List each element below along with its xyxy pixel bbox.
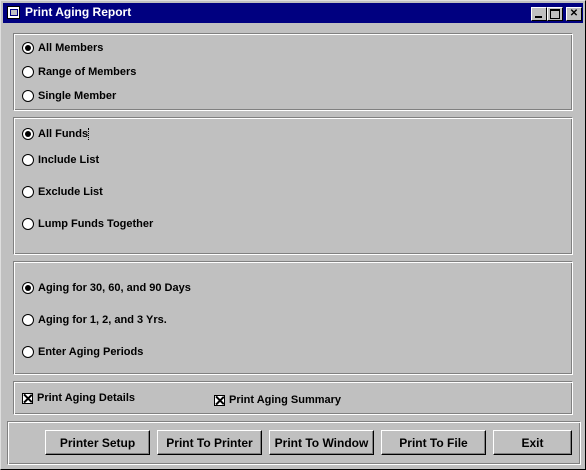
radio-indicator[interactable]	[22, 42, 34, 54]
radio-indicator[interactable]	[22, 90, 34, 102]
printer-setup-button[interactable]: Printer Setup	[45, 430, 150, 455]
radio-indicator[interactable]	[22, 154, 34, 166]
close-button[interactable]: ✕	[566, 7, 582, 21]
radio-all-members[interactable]: All Members	[22, 42, 103, 54]
radio-label: Range of Members	[38, 66, 137, 78]
radio-label: Single Member	[38, 90, 117, 102]
radio-indicator[interactable]	[22, 66, 34, 78]
radio-exclude-list[interactable]: Exclude List	[22, 186, 103, 198]
radio-include-list[interactable]: Include List	[22, 154, 99, 166]
radio-label: Include List	[38, 154, 100, 166]
radio-indicator[interactable]	[22, 314, 34, 326]
aging-group: Aging for 30, 60, and 90 Days Aging for …	[13, 261, 573, 375]
funds-group: All Funds Include List Exclude List Lump…	[13, 117, 573, 255]
radio-label: Exclude List	[38, 186, 103, 198]
radio-indicator[interactable]	[22, 128, 34, 140]
maximize-button[interactable]	[547, 7, 563, 21]
radio-label: Aging for 1, 2, and 3 Yrs.	[38, 314, 167, 326]
checkbox-indicator[interactable]	[22, 392, 33, 404]
checkbox-indicator[interactable]	[214, 394, 225, 406]
radio-single-member[interactable]: Single Member	[22, 90, 116, 102]
radio-label: All Members	[38, 42, 104, 54]
radio-enter-aging-periods[interactable]: Enter Aging Periods	[22, 346, 143, 358]
radio-indicator[interactable]	[22, 218, 34, 230]
print-aging-report-window: Print Aging Report ✕ All Members Range o…	[0, 0, 586, 470]
print-to-file-button[interactable]: Print To File	[381, 430, 486, 455]
radio-indicator[interactable]	[22, 186, 34, 198]
radio-label: All Funds	[38, 128, 90, 140]
checkbox-print-aging-summary[interactable]: Print Aging Summary	[214, 394, 341, 406]
radio-lump-funds-together[interactable]: Lump Funds Together	[22, 218, 153, 230]
radio-indicator[interactable]	[22, 346, 34, 358]
radio-aging-30-60-90[interactable]: Aging for 30, 60, and 90 Days	[22, 282, 191, 294]
radio-all-funds[interactable]: All Funds	[22, 128, 90, 140]
radio-label: Enter Aging Periods	[38, 346, 144, 358]
print-options-group: Print Aging Details Print Aging Summary	[13, 381, 573, 415]
checkbox-label: Print Aging Summary	[229, 394, 342, 406]
radio-indicator[interactable]	[22, 282, 34, 294]
app-icon[interactable]	[7, 6, 20, 19]
checkbox-print-aging-details[interactable]: Print Aging Details	[22, 392, 135, 404]
radio-aging-1-2-3-yrs[interactable]: Aging for 1, 2, and 3 Yrs.	[22, 314, 167, 326]
minimize-button[interactable]	[531, 7, 547, 21]
radio-label: Aging for 30, 60, and 90 Days	[38, 282, 191, 294]
window-title: Print Aging Report	[25, 5, 132, 19]
print-to-window-button[interactable]: Print To Window	[269, 430, 374, 455]
print-to-printer-button[interactable]: Print To Printer	[157, 430, 262, 455]
title-bar[interactable]: Print Aging Report ✕	[3, 3, 583, 23]
exit-button[interactable]: Exit	[493, 430, 572, 455]
checkbox-label: Print Aging Details	[37, 392, 135, 404]
members-group: All Members Range of Members Single Memb…	[13, 33, 573, 111]
radio-range-of-members[interactable]: Range of Members	[22, 66, 136, 78]
radio-label: Lump Funds Together	[38, 218, 154, 230]
